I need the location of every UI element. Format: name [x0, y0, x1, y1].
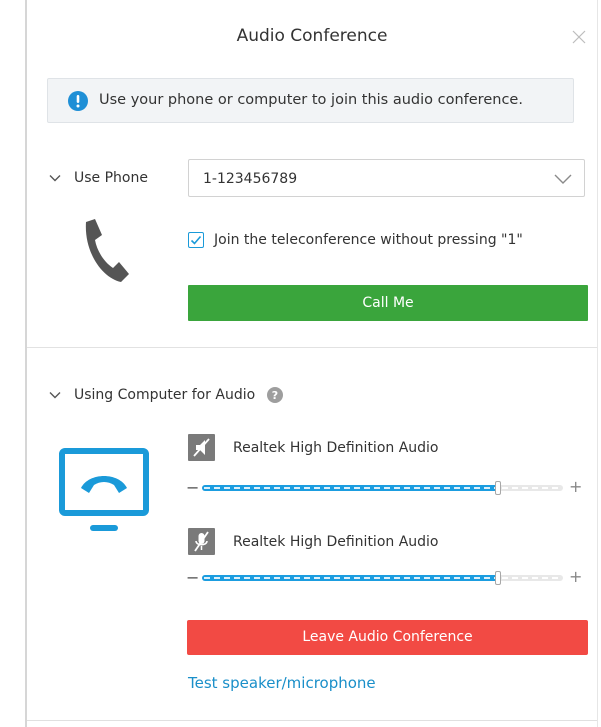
close-icon[interactable]	[571, 29, 587, 45]
checkmark-icon	[190, 235, 202, 245]
help-icon[interactable]: ?	[267, 387, 284, 403]
use-phone-label: Use Phone	[74, 170, 148, 186]
speaker-volume-increase[interactable]: +	[569, 477, 582, 496]
info-icon	[68, 91, 88, 111]
microphone-volume-rest	[502, 577, 561, 579]
use-phone-toggle[interactable]: Use Phone	[49, 170, 148, 186]
dialog-bottom-border	[27, 720, 597, 721]
chevron-down-icon	[554, 174, 572, 184]
computer-audio-hangup-icon	[59, 448, 149, 531]
skip-press-one-option[interactable]: Join the teleconference without pressing…	[188, 232, 523, 248]
info-banner: Use your phone or computer to join this …	[47, 78, 574, 123]
microphone-volume-decrease[interactable]: −	[186, 568, 199, 587]
skip-press-one-checkbox[interactable]	[188, 232, 204, 248]
microphone-volume-track[interactable]	[202, 571, 563, 585]
microphone-volume-slider[interactable]: − +	[186, 567, 582, 589]
use-computer-toggle[interactable]: Using Computer for Audio ?	[49, 387, 284, 403]
microphone-muted-icon	[194, 531, 209, 552]
audio-conference-dialog: Audio Conference Use your phone or compu…	[0, 0, 601, 727]
phone-handset-icon	[85, 219, 129, 282]
speaker-mute-toggle[interactable]	[188, 434, 215, 461]
microphone-volume-increase[interactable]: +	[569, 567, 582, 586]
chevron-down-icon	[49, 175, 61, 182]
microphone-volume-thumb[interactable]	[495, 571, 501, 585]
test-speaker-microphone-link[interactable]: Test speaker/microphone	[188, 674, 376, 692]
speaker-volume-fill	[202, 485, 498, 491]
phone-number-value: 1-123456789	[203, 171, 298, 187]
skip-press-one-label: Join the teleconference without pressing…	[214, 232, 523, 248]
speaker-device-name: Realtek High Definition Audio	[233, 439, 439, 456]
microphone-device-row: Realtek High Definition Audio	[188, 528, 439, 555]
use-computer-label: Using Computer for Audio	[74, 387, 256, 403]
leave-audio-conference-button[interactable]: Leave Audio Conference	[187, 620, 588, 655]
microphone-volume-fill	[202, 575, 498, 581]
speaker-volume-slider[interactable]: − +	[186, 477, 582, 499]
speaker-device-row: Realtek High Definition Audio	[188, 434, 439, 461]
chevron-down-icon	[49, 392, 61, 399]
call-me-button[interactable]: Call Me	[188, 285, 588, 321]
speaker-volume-rest	[502, 487, 561, 489]
dialog-right-border	[597, 0, 598, 727]
speaker-volume-track[interactable]	[202, 481, 563, 495]
dialog-left-border	[25, 0, 27, 727]
microphone-device-name: Realtek High Definition Audio	[233, 533, 439, 550]
section-divider	[27, 347, 597, 348]
speaker-muted-icon	[193, 438, 210, 457]
phone-number-select[interactable]: 1-123456789	[188, 159, 585, 197]
speaker-volume-decrease[interactable]: −	[186, 478, 199, 497]
dialog-title: Audio Conference	[236, 26, 388, 46]
svg-text:?: ?	[272, 389, 278, 402]
microphone-mute-toggle[interactable]	[188, 528, 215, 555]
banner-text: Use your phone or computer to join this …	[99, 92, 523, 108]
speaker-volume-thumb[interactable]	[495, 481, 501, 495]
